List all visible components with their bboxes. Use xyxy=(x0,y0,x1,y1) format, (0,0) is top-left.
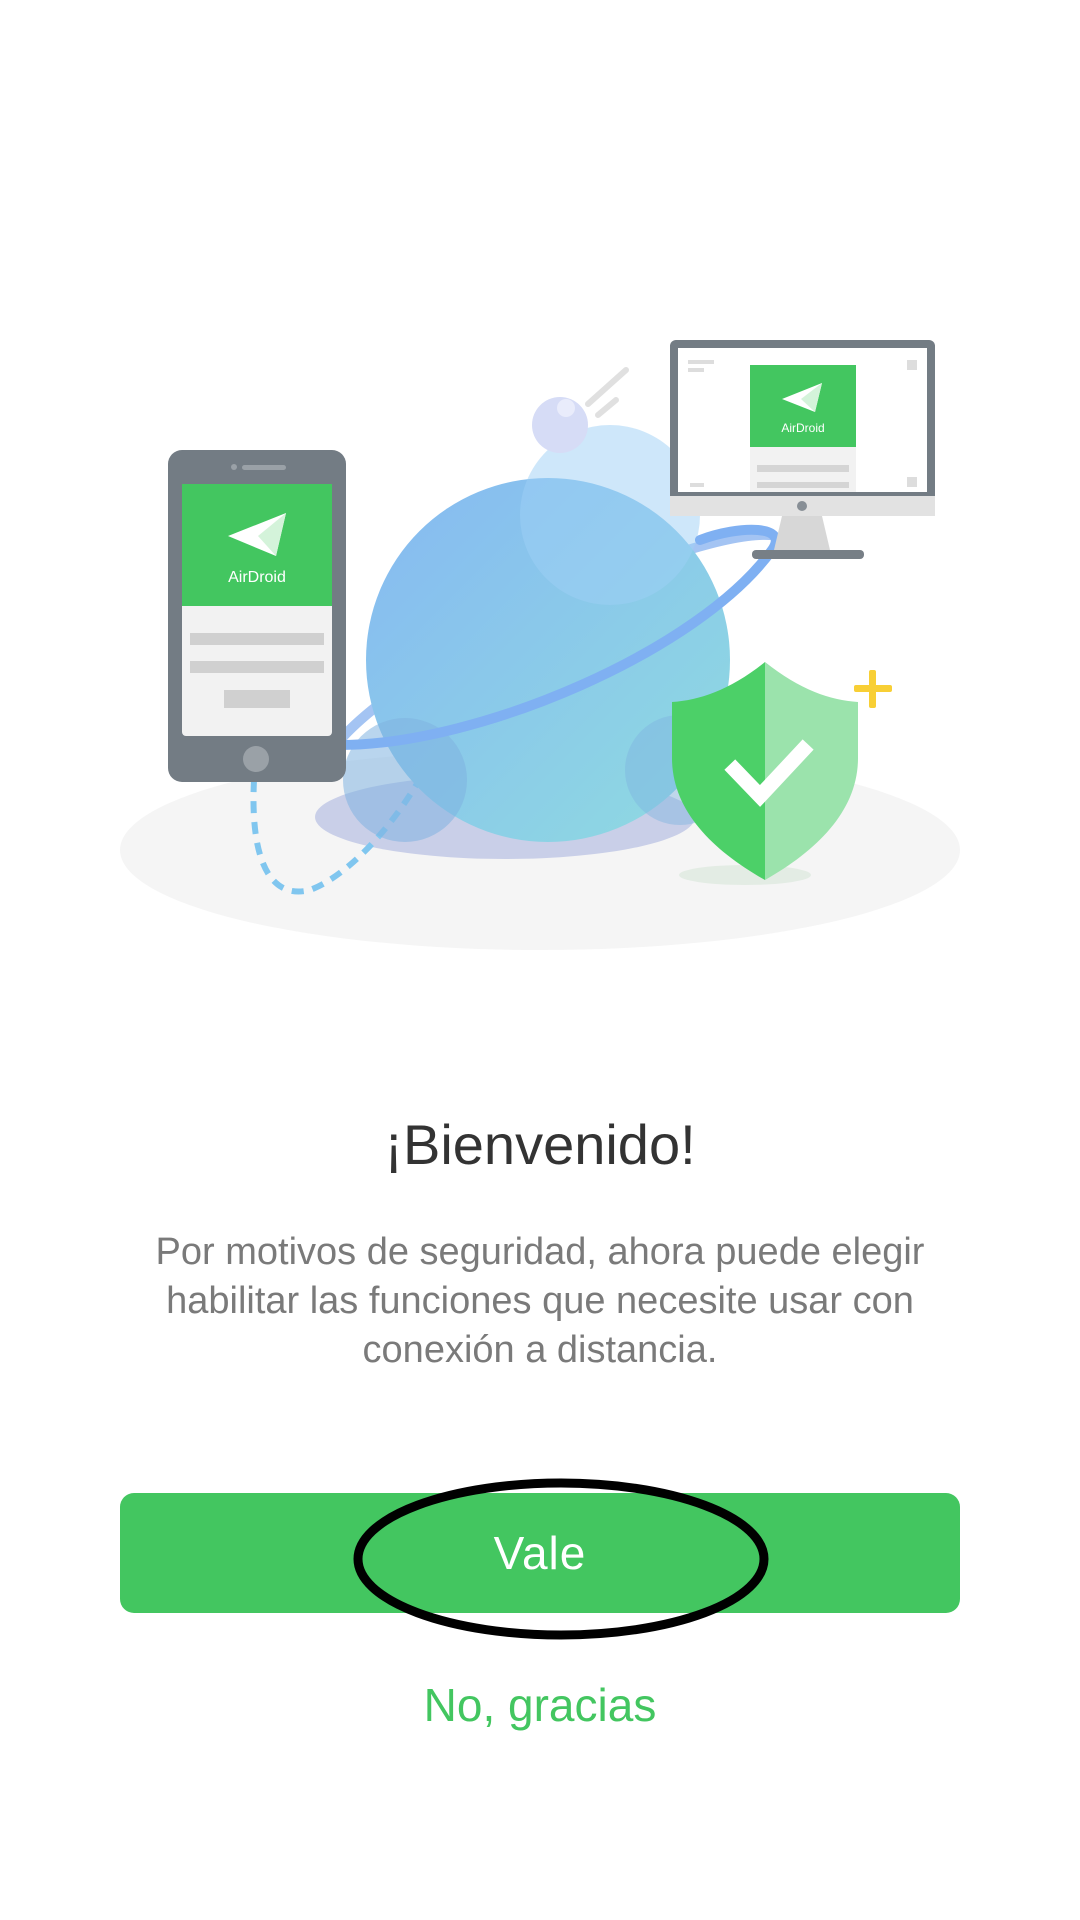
welcome-title: ¡Bienvenido! xyxy=(384,1113,696,1176)
comet-trail xyxy=(595,397,619,418)
ok-button[interactable]: Vale xyxy=(120,1493,960,1613)
welcome-description: Por motivos de seguridad, ahora puede el… xyxy=(155,1231,925,1371)
plus-sparkle-icon xyxy=(854,670,892,708)
comet-trail xyxy=(585,367,629,407)
moon-highlight xyxy=(557,399,575,417)
shield-shadow xyxy=(679,865,811,885)
monitor-device xyxy=(670,340,935,559)
decline-button[interactable]: No, gracias xyxy=(300,1670,780,1740)
welcome-illustration: AirDroid AirDroid xyxy=(120,340,960,950)
monitor-app-name: AirDroid xyxy=(781,421,824,435)
phone-device xyxy=(168,450,346,782)
phone-app-name: AirDroid xyxy=(228,569,286,586)
